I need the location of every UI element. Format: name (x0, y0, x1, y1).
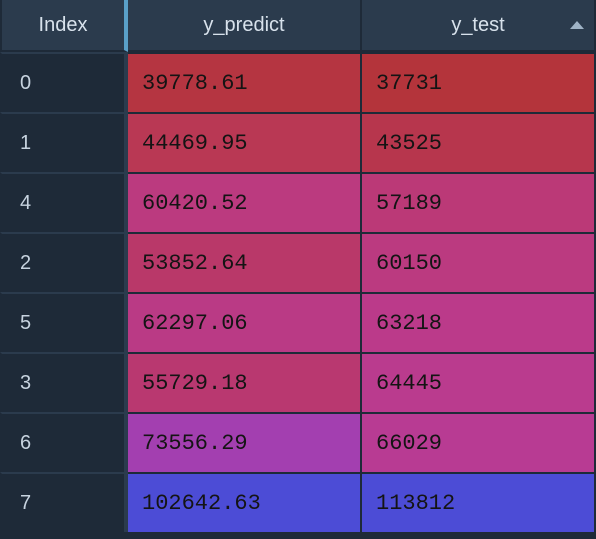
index-value: 6 (20, 432, 31, 455)
data-cell-y-test[interactable]: 60150 (362, 232, 596, 292)
cell-value: 57189 (376, 191, 442, 216)
cell-value: 60150 (376, 251, 442, 276)
index-cell[interactable]: 0 (0, 52, 128, 112)
data-cell-y-test[interactable]: 64445 (362, 352, 596, 412)
index-value: 0 (20, 72, 31, 95)
index-cell[interactable]: 4 (0, 172, 128, 232)
header-y-predict[interactable]: y_predict (128, 0, 362, 52)
data-cell-y-predict[interactable]: 73556.29 (128, 412, 362, 472)
index-value: 4 (20, 192, 31, 215)
cell-value: 60420.52 (142, 191, 248, 216)
header-index-label: Index (39, 14, 88, 37)
cell-value: 102642.63 (142, 491, 261, 516)
cell-value: 53852.64 (142, 251, 248, 276)
data-cell-y-test[interactable]: 113812 (362, 472, 596, 532)
cell-value: 62297.06 (142, 311, 248, 336)
cell-value: 63218 (376, 311, 442, 336)
cell-value: 113812 (376, 491, 455, 516)
cell-value: 66029 (376, 431, 442, 456)
index-value: 1 (20, 132, 31, 155)
data-table: Index y_predict y_test 0 39778.61 37731 … (0, 0, 596, 532)
data-cell-y-predict[interactable]: 39778.61 (128, 52, 362, 112)
sort-asc-icon (570, 21, 584, 29)
index-value: 3 (20, 372, 31, 395)
data-cell-y-test[interactable]: 66029 (362, 412, 596, 472)
data-cell-y-predict[interactable]: 53852.64 (128, 232, 362, 292)
data-cell-y-test[interactable]: 57189 (362, 172, 596, 232)
index-cell[interactable]: 5 (0, 292, 128, 352)
data-cell-y-predict[interactable]: 55729.18 (128, 352, 362, 412)
data-cell-y-predict[interactable]: 62297.06 (128, 292, 362, 352)
index-value: 2 (20, 252, 31, 275)
header-y-predict-label: y_predict (203, 14, 284, 37)
data-cell-y-test[interactable]: 43525 (362, 112, 596, 172)
index-cell[interactable]: 6 (0, 412, 128, 472)
cell-value: 44469.95 (142, 131, 248, 156)
header-index[interactable]: Index (0, 0, 128, 52)
cell-value: 37731 (376, 71, 442, 96)
cell-value: 55729.18 (142, 371, 248, 396)
data-cell-y-predict[interactable]: 44469.95 (128, 112, 362, 172)
index-cell[interactable]: 2 (0, 232, 128, 292)
cell-value: 64445 (376, 371, 442, 396)
index-cell[interactable]: 3 (0, 352, 128, 412)
cell-value: 43525 (376, 131, 442, 156)
data-cell-y-test[interactable]: 37731 (362, 52, 596, 112)
cell-value: 73556.29 (142, 431, 248, 456)
index-value: 5 (20, 312, 31, 335)
header-y-test[interactable]: y_test (362, 0, 596, 52)
data-cell-y-predict[interactable]: 102642.63 (128, 472, 362, 532)
cell-value: 39778.61 (142, 71, 248, 96)
data-cell-y-test[interactable]: 63218 (362, 292, 596, 352)
index-cell[interactable]: 7 (0, 472, 128, 532)
index-value: 7 (20, 492, 31, 515)
header-y-test-label: y_test (451, 14, 504, 37)
index-cell[interactable]: 1 (0, 112, 128, 172)
data-cell-y-predict[interactable]: 60420.52 (128, 172, 362, 232)
